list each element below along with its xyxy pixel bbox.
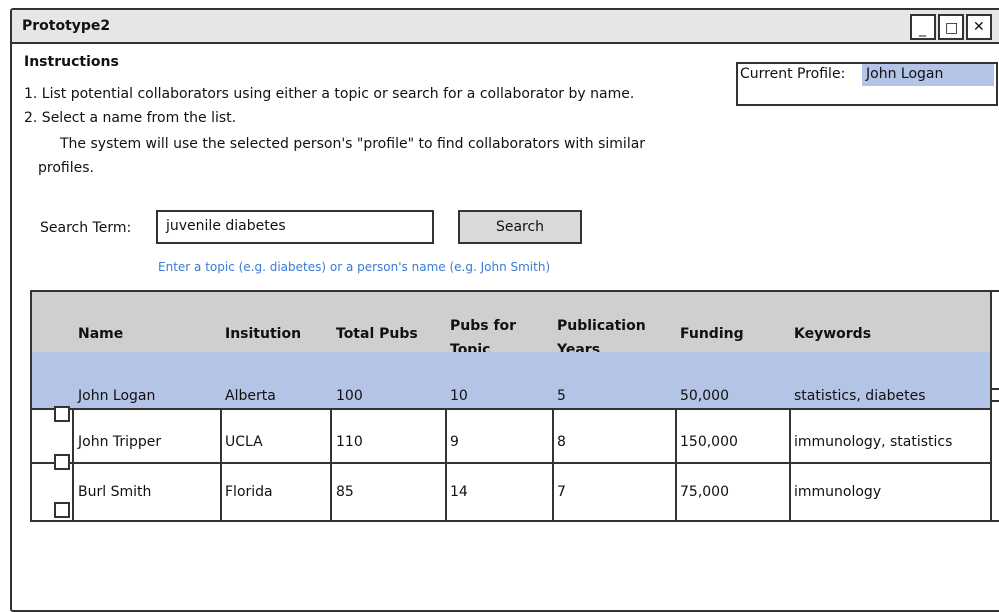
cell-name: Burl Smith: [78, 484, 152, 500]
header-name: Name: [78, 326, 124, 342]
instruction-line-2: 2. Select a name from the list.: [24, 110, 237, 126]
cell-name: John Tripper: [78, 434, 162, 450]
header-total-pubs: Total Pubs: [336, 326, 418, 342]
scrollbar-thumb[interactable]: [992, 388, 999, 402]
minimize-button[interactable]: _: [910, 14, 936, 40]
minimize-icon: _: [919, 21, 926, 37]
current-profile-value: John Logan: [862, 64, 994, 86]
cell-total-pubs: 100: [336, 388, 363, 404]
header-institution: Insitution: [225, 326, 302, 342]
cell-keywords: immunology, statistics: [794, 434, 953, 450]
table-row[interactable]: Burl Smith Florida 85 14 7 75,000 immuno…: [32, 462, 999, 518]
maximize-icon: □: [945, 20, 959, 36]
header-keywords: Keywords: [794, 326, 872, 342]
cell-funding: 75,000: [680, 484, 729, 500]
cell-publication-years: 7: [557, 484, 566, 500]
maximize-button[interactable]: □: [938, 14, 964, 40]
close-icon: ✕: [973, 19, 985, 35]
cell-funding: 50,000: [680, 388, 729, 404]
window-controls: _ □ ✕: [910, 14, 992, 40]
cell-institution: UCLA: [225, 434, 263, 450]
cell-publication-years: 5: [557, 388, 566, 404]
instruction-line-3: The system will use the selected person'…: [60, 136, 646, 152]
search-hint: Enter a topic (e.g. diabetes) or a perso…: [158, 260, 551, 274]
search-input[interactable]: juvenile diabetes: [156, 210, 434, 244]
header-funding: Funding: [680, 326, 744, 342]
instructions-title: Instructions: [24, 54, 119, 70]
table-scrollbar[interactable]: [990, 292, 999, 520]
table-header: Name Insitution Total Pubs Pubs for Topi…: [32, 292, 999, 358]
cell-keywords: immunology: [794, 484, 882, 500]
search-term-label: Search Term:: [40, 220, 132, 236]
cell-institution: Alberta: [225, 388, 276, 404]
close-button[interactable]: ✕: [966, 14, 992, 40]
cell-publication-years: 8: [557, 434, 566, 450]
cell-name: John Logan: [78, 388, 156, 404]
cell-pubs-for-topic: 9: [450, 434, 459, 450]
current-profile-label: Current Profile:: [740, 66, 846, 82]
search-button[interactable]: Search: [458, 210, 582, 244]
cell-total-pubs: 110: [336, 434, 363, 450]
instruction-line-4: profiles.: [38, 160, 94, 176]
cell-total-pubs: 85: [336, 484, 354, 500]
table-row[interactable]: John Tripper UCLA 110 9 8 150,000 immuno…: [32, 408, 999, 470]
cell-pubs-for-topic: 14: [450, 484, 468, 500]
table-row-selected[interactable]: John Logan Alberta 100 10 5 50,000 stati…: [32, 352, 999, 422]
cell-pubs-for-topic: 10: [450, 388, 468, 404]
cell-institution: Florida: [225, 484, 273, 500]
title-bar: Prototype2 _ □ ✕: [12, 10, 999, 44]
instruction-line-1: 1. List potential collaborators using ei…: [24, 86, 635, 102]
collaborators-table: Name Insitution Total Pubs Pubs for Topi…: [30, 290, 999, 522]
cell-keywords: statistics, diabetes: [794, 388, 926, 404]
window-title: Prototype2: [22, 18, 111, 34]
row-select-checkbox[interactable]: [54, 502, 70, 518]
cell-funding: 150,000: [680, 434, 738, 450]
